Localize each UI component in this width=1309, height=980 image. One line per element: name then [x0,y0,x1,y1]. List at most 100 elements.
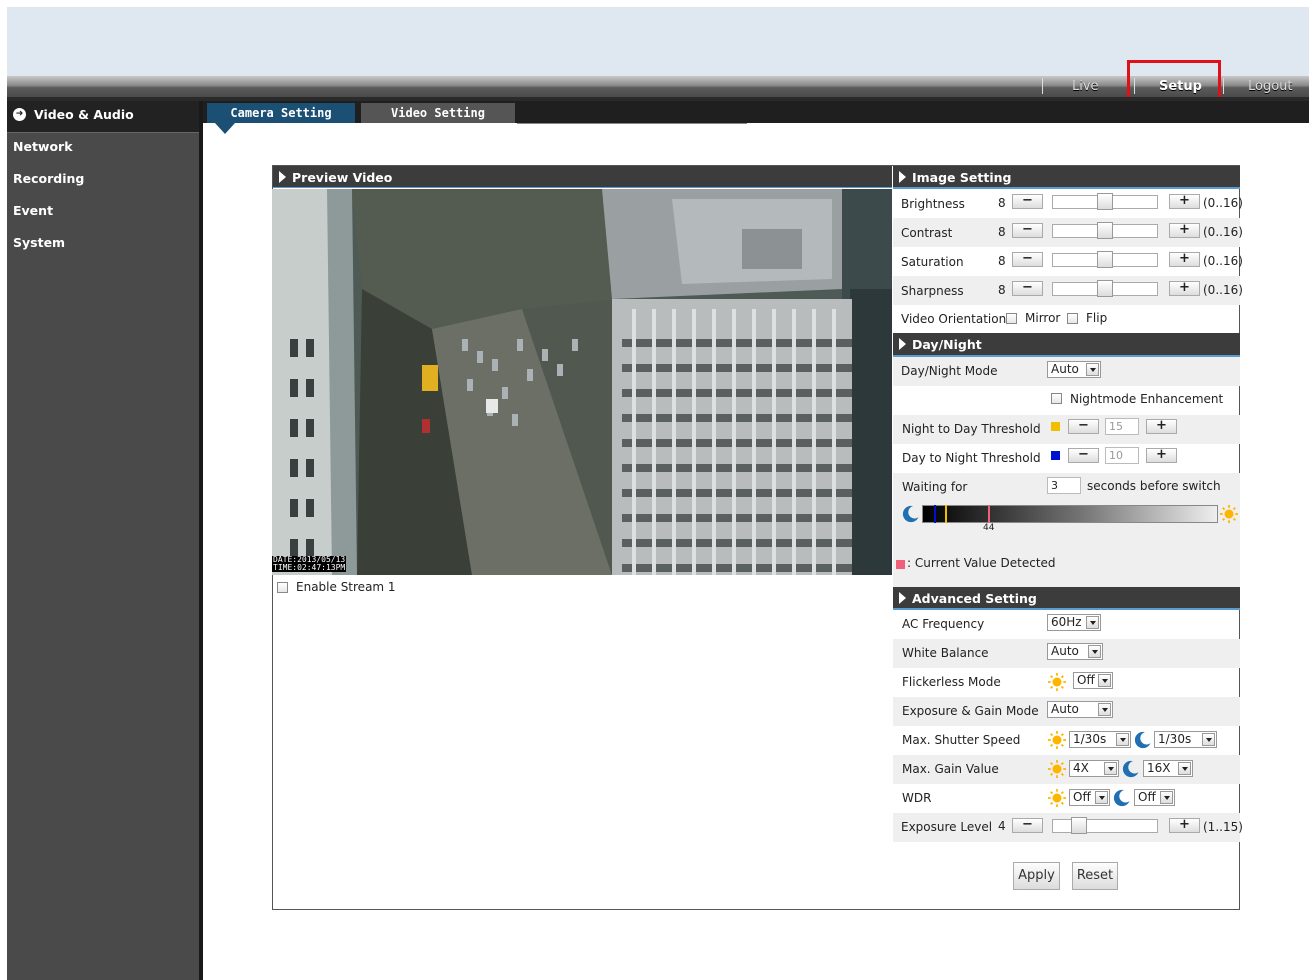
enable-stream-checkbox[interactable] [277,582,288,593]
preview-video-header: Preview Video [273,166,892,188]
flickerless-select[interactable]: Off [1073,672,1113,689]
advanced-setting-header: Advanced Setting [893,587,1240,609]
gain-day-value: 4X [1073,761,1089,775]
day-night-mode-label: Day/Night Mode [901,364,998,378]
ac-frequency-select[interactable]: 60Hz [1047,614,1101,631]
top-nav-bar [7,76,1309,97]
wdr-night-select[interactable]: Off [1134,789,1175,806]
shutter-speed-label: Max. Shutter Speed [902,733,1021,747]
gain-night-select[interactable]: 16X [1143,760,1193,777]
gain-day-select[interactable]: 4X [1069,760,1119,777]
saturation-label: Saturation [901,255,964,269]
brightness-label: Brightness [901,197,965,211]
white-balance-select[interactable]: Auto [1047,643,1103,660]
saturation-plus-button[interactable]: + [1169,252,1200,267]
moon-icon [902,505,920,523]
wdr-row [893,784,1240,813]
saturation-value: 8 [998,254,1006,268]
chevron-down-icon [1104,762,1117,775]
exposure-mode-select[interactable]: Auto [1047,701,1113,718]
contrast-minus-button[interactable]: − [1012,223,1043,238]
day-night-mode-value: Auto [1051,362,1079,376]
tab-camera-setting[interactable]: Camera Setting [207,103,355,123]
contrast-label: Contrast [901,226,953,240]
active-tab-pointer [215,123,235,134]
nav-divider [1223,78,1224,94]
chevron-down-icon [1086,363,1099,376]
contrast-plus-button[interactable]: + [1169,223,1200,238]
sidebar-item-event[interactable]: Event [7,197,199,229]
nav-logout[interactable]: Logout [1248,76,1293,97]
exposure-level-value: 4 [998,819,1006,833]
saturation-slider-thumb[interactable] [1097,251,1113,268]
ac-frequency-value: 60Hz [1051,615,1082,629]
sidebar-item-recording[interactable]: Recording [7,165,199,197]
moon-icon [1134,731,1152,749]
chevron-down-icon [1160,791,1173,804]
waiting-seconds-input[interactable]: 3 [1047,477,1081,494]
wdr-day-select[interactable]: Off [1069,789,1110,806]
contrast-value: 8 [998,225,1006,239]
moon-icon [1113,789,1131,807]
sidebar-item-system[interactable]: System [7,229,199,261]
wdr-night-value: Off [1138,790,1156,804]
reset-button[interactable]: Reset [1072,862,1118,890]
ac-frequency-label: AC Frequency [902,617,985,631]
sharpness-range: (0..16) [1203,283,1243,297]
flip-checkbox[interactable] [1067,313,1078,324]
shutter-night-select[interactable]: 1/30s [1154,731,1217,748]
night-to-day-label: Night to Day Threshold [902,422,1041,436]
shutter-day-select[interactable]: 1/30s [1069,731,1131,748]
moon-icon [1122,760,1140,778]
night-to-day-plus-button[interactable]: + [1146,419,1177,434]
sun-icon [1048,760,1066,778]
flickerless-value: Off [1077,673,1095,687]
sidebar-item-network[interactable]: Network [7,133,199,165]
exposure-level-plus-button[interactable]: + [1169,818,1200,833]
night-to-day-minus-button[interactable]: − [1068,419,1099,434]
current-value-marker [988,505,990,523]
brightness-slider-thumb[interactable] [1097,193,1113,210]
brightness-plus-button[interactable]: + [1169,194,1200,209]
preview-video [272,189,892,575]
brightness-minus-button[interactable]: − [1012,194,1043,209]
exposure-level-slider-thumb[interactable] [1071,817,1087,834]
sidebar-item-video-audio[interactable]: Video & Audio [7,101,199,133]
day-to-night-minus-button[interactable]: − [1068,448,1099,463]
night-to-day-marker [945,505,947,523]
apply-button[interactable]: Apply [1013,862,1060,890]
day-to-night-label: Day to Night Threshold [902,451,1041,465]
night-to-day-input[interactable]: 15 [1105,418,1139,435]
sharpness-minus-button[interactable]: − [1012,281,1043,296]
nightmode-enhancement-checkbox[interactable] [1051,393,1062,404]
white-balance-label: White Balance [902,646,989,660]
video-timestamp-overlay: DATE:2013/05/13 TIME:02:47:13PM [272,556,347,572]
contrast-range: (0..16) [1203,225,1243,239]
sharpness-label: Sharpness [901,284,964,298]
nav-live[interactable]: Live [1072,76,1099,97]
sharpness-plus-button[interactable]: + [1169,281,1200,296]
day-night-mode-select[interactable]: Auto [1047,361,1101,378]
exposure-level-slider[interactable] [1052,819,1158,833]
chevron-down-icon [1202,733,1215,746]
chevron-down-icon [1116,733,1129,746]
chevron-down-icon [1086,616,1099,629]
sun-icon [1220,505,1238,523]
day-to-night-plus-button[interactable]: + [1146,448,1177,463]
shutter-day-value: 1/30s [1073,732,1107,746]
saturation-minus-button[interactable]: − [1012,252,1043,267]
video-orientation-label: Video Orientation [901,312,1007,326]
sun-icon [1048,673,1066,691]
day-to-night-input[interactable]: 10 [1105,447,1139,464]
tab-video-setting[interactable]: Video Setting [361,103,515,123]
exposure-mode-value: Auto [1051,702,1079,716]
sharpness-slider-thumb[interactable] [1097,280,1113,297]
exposure-level-minus-button[interactable]: − [1012,818,1043,833]
contrast-slider-thumb[interactable] [1097,222,1113,239]
brightness-value: 8 [998,196,1006,210]
chevron-down-icon [1095,791,1108,804]
header-underline [273,187,892,188]
chevron-down-icon [1178,762,1191,775]
mirror-checkbox[interactable] [1006,313,1017,324]
exposure-level-label: Exposure Level [901,820,993,834]
